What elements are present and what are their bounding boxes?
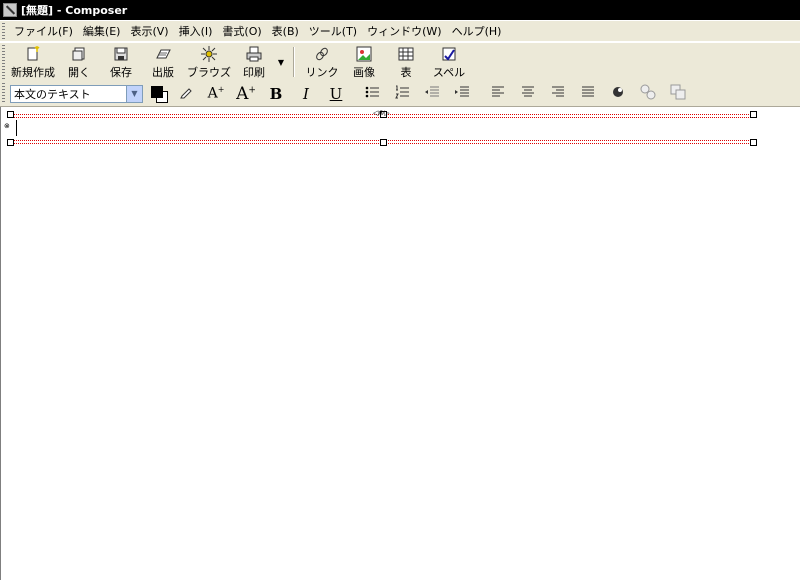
format-toolbar-grip[interactable]: [2, 83, 5, 104]
menu-table[interactable]: 表(B): [267, 23, 304, 39]
outdent-button[interactable]: [417, 83, 447, 105]
print-button-label: 印刷: [243, 66, 265, 79]
spell-button[interactable]: スペル: [427, 43, 471, 81]
browse-icon: [201, 46, 217, 62]
justify-button[interactable]: [573, 83, 603, 105]
menu-view[interactable]: 表示(V): [125, 23, 173, 39]
align-right-icon: [551, 86, 565, 102]
target-anchor-icon: [611, 85, 625, 102]
print-dropdown-arrow-icon[interactable]: ▼: [275, 43, 287, 81]
bullet-list-button[interactable]: [357, 83, 387, 105]
italic-label: I: [303, 84, 309, 103]
highlight-button[interactable]: [171, 83, 201, 105]
indent-button[interactable]: [447, 83, 477, 105]
resize-handle-top-left[interactable]: [7, 111, 14, 118]
menu-insert[interactable]: 挿入(I): [174, 23, 218, 39]
pencil-icon: [179, 85, 193, 102]
image-button[interactable]: 画像: [343, 43, 385, 81]
new-document-icon: [25, 46, 41, 62]
menu-window[interactable]: ウィンドウ(W): [362, 23, 446, 39]
window-title: [無題] - Composer: [21, 4, 128, 17]
outdent-icon: [424, 85, 440, 102]
spell-button-label: スペル: [432, 66, 466, 79]
toolbar-grip[interactable]: [2, 45, 5, 79]
composition-toolbar: 新規作成 開く 保存 出版 ブラウズ 印刷 ▼ リンク 画像 表 スペル: [0, 42, 800, 82]
align-center-icon: [521, 86, 535, 102]
browse-button-label: ブラウズ: [187, 66, 231, 79]
image-icon: [356, 46, 372, 62]
align-right-button[interactable]: [543, 83, 573, 105]
save-button-label: 保存: [110, 66, 132, 79]
spell-check-icon: [441, 46, 457, 62]
justify-icon: [581, 86, 595, 102]
resize-handle-top-right[interactable]: [750, 111, 757, 118]
format-toolbar: 本文のテキスト ▼ A+ A+ B I U: [0, 81, 800, 107]
resize-handle-bottom-left[interactable]: [7, 139, 14, 146]
print-button[interactable]: 印刷: [233, 43, 275, 81]
bold-button[interactable]: B: [261, 83, 291, 105]
new-button-label: 新規作成: [11, 66, 55, 79]
absolute-position-button[interactable]: [633, 83, 663, 105]
save-button[interactable]: 保存: [101, 43, 141, 81]
text-color-swatch[interactable]: [151, 85, 163, 98]
underline-button[interactable]: U: [321, 83, 351, 105]
resize-handle-bottom-right[interactable]: [750, 139, 757, 146]
publish-button[interactable]: 出版: [141, 43, 185, 81]
paragraph-style-select[interactable]: 本文のテキスト ▼: [10, 84, 143, 103]
decrease-font-size-button[interactable]: A+: [201, 83, 231, 105]
resize-handle-bottom[interactable]: [380, 139, 387, 146]
menu-help[interactable]: ヘルプ(H): [447, 23, 507, 39]
editor-canvas[interactable]: ◁⊗▷ ⊗: [0, 107, 800, 580]
bring-to-front-button[interactable]: [663, 83, 693, 105]
text-color-picker[interactable]: [149, 83, 171, 105]
bold-label: B: [269, 84, 283, 103]
chevron-down-icon[interactable]: ▼: [126, 85, 142, 102]
image-button-label: 画像: [353, 66, 375, 79]
column-select-icon[interactable]: ◁⊗▷: [373, 109, 390, 117]
print-icon: [246, 46, 262, 62]
link-button[interactable]: リンク: [301, 43, 343, 81]
font-smaller-icon: A+: [207, 85, 225, 102]
browse-button[interactable]: ブラウズ: [185, 43, 233, 81]
menu-tools[interactable]: ツール(T): [304, 23, 362, 39]
publish-icon: [155, 46, 171, 62]
numbered-list-icon: [394, 85, 410, 102]
italic-button[interactable]: I: [291, 83, 321, 105]
menubar-grip[interactable]: [2, 23, 5, 39]
align-left-icon: [491, 86, 505, 102]
publish-button-label: 出版: [152, 66, 174, 79]
table-button-label: 表: [400, 66, 412, 79]
title-bar: [無題] - Composer: [0, 0, 800, 20]
menu-format[interactable]: 書式(O): [217, 23, 266, 39]
open-icon: [71, 46, 87, 62]
table-button[interactable]: 表: [385, 43, 427, 81]
open-button-label: 開く: [68, 66, 90, 79]
insert-anchor-button[interactable]: [603, 83, 633, 105]
open-button[interactable]: 開く: [57, 43, 101, 81]
align-left-button[interactable]: [483, 83, 513, 105]
menu-bar: ファイル(F) 編集(E) 表示(V) 挿入(I) 書式(O) 表(B) ツール…: [0, 21, 800, 41]
table-icon: [398, 46, 414, 62]
toolbar-separator: [293, 47, 295, 77]
menu-edit[interactable]: 編集(E): [78, 23, 126, 39]
font-larger-icon: A+: [236, 83, 256, 104]
link-button-label: リンク: [305, 66, 339, 79]
paragraph-style-value: 本文のテキスト: [14, 87, 91, 101]
bullet-list-icon: [364, 85, 380, 102]
underline-label: U: [329, 84, 343, 103]
layers-icon: [640, 84, 656, 103]
text-cursor: [16, 120, 17, 136]
row-select-icon[interactable]: ⊗: [4, 122, 10, 130]
align-center-button[interactable]: [513, 83, 543, 105]
indent-icon: [454, 85, 470, 102]
increase-font-size-button[interactable]: A+: [231, 83, 261, 105]
numbered-list-button[interactable]: [387, 83, 417, 105]
new-button[interactable]: 新規作成: [9, 43, 57, 81]
composer-app-icon: [3, 3, 17, 17]
stack-icon: [670, 84, 686, 103]
save-icon: [113, 46, 129, 62]
link-icon: [314, 46, 330, 62]
menu-file[interactable]: ファイル(F): [9, 23, 78, 39]
